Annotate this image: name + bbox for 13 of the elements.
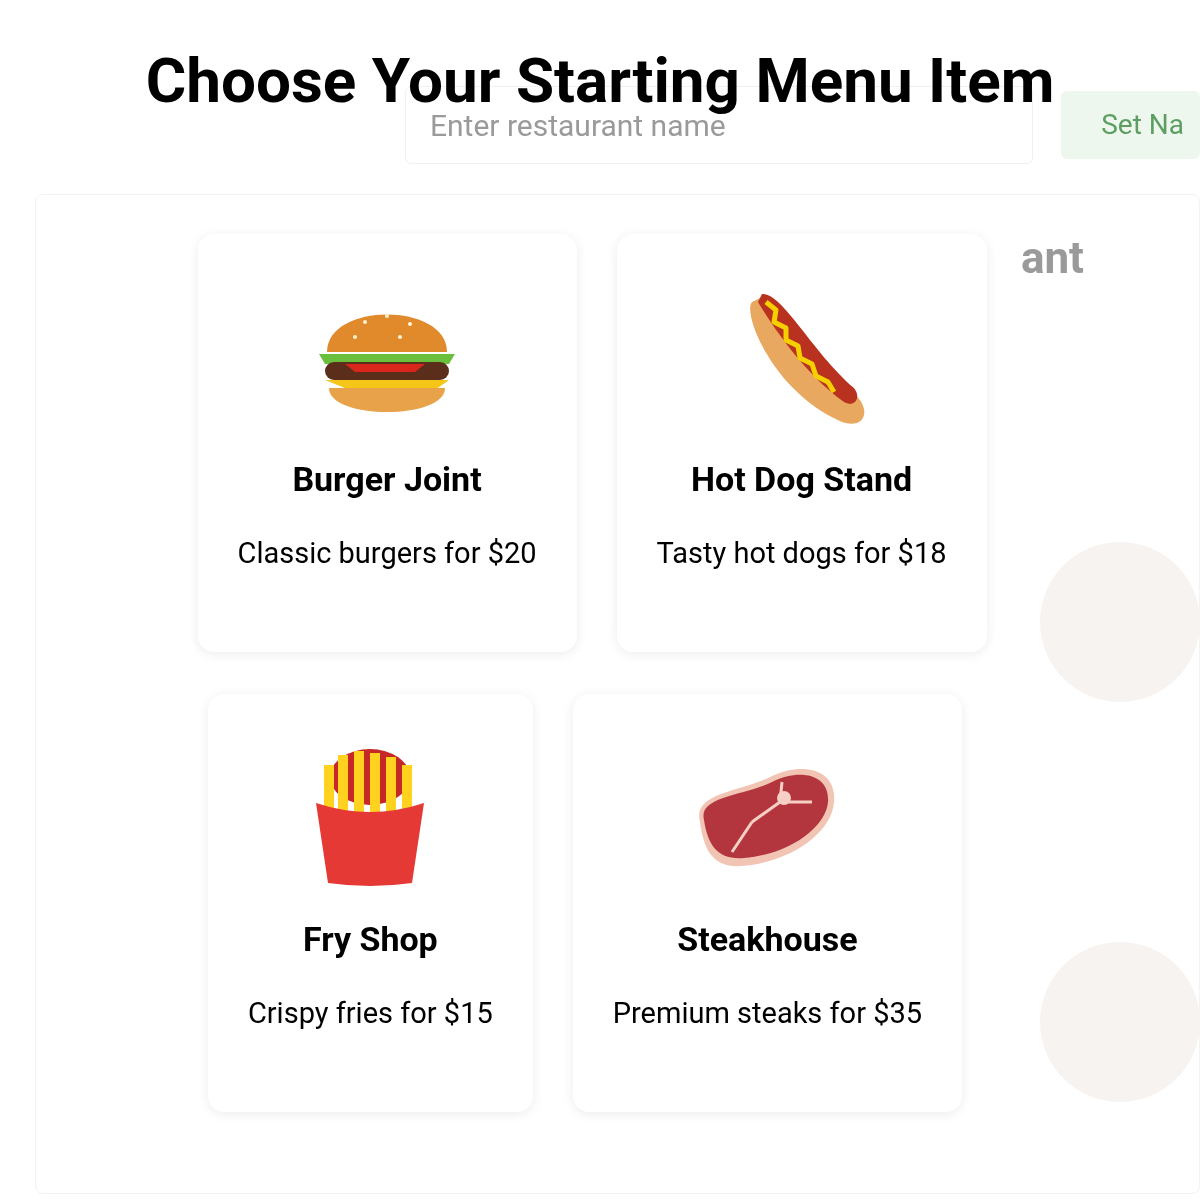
menu-option-card[interactable]: Steakhouse Premium steaks for $35: [572, 694, 963, 1112]
option-name: Fry Shop: [302, 918, 438, 961]
restaurant-heading: ant: [1020, 231, 1084, 286]
option-name: Burger Joint: [292, 458, 482, 501]
menu-option-card[interactable]: Fry Shop Crispy fries for $15: [207, 694, 533, 1112]
option-description: Tasty hot dogs for $18: [656, 534, 947, 571]
menu-option-card[interactable]: Burger Joint Classic burgers for $20: [197, 234, 577, 652]
option-description: Crispy fries for $15: [247, 994, 493, 1031]
menu-option-card[interactable]: Hot Dog Stand Tasty hot dogs for $18: [616, 234, 987, 652]
option-description: Premium steaks for $35: [612, 994, 923, 1031]
option-name: Steakhouse: [677, 918, 858, 961]
option-name: Hot Dog Stand: [690, 458, 913, 501]
option-description: Classic burgers for $20: [237, 534, 537, 571]
